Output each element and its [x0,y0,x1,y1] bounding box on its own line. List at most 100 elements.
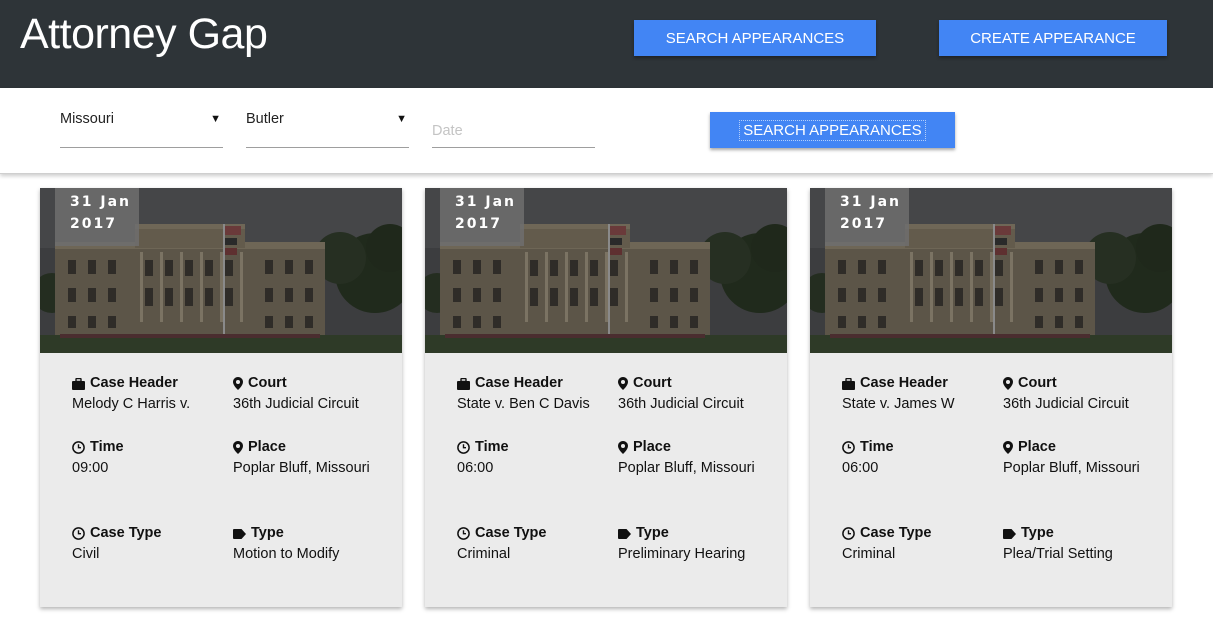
tag-icon [233,528,246,539]
court-label: Court [618,373,778,394]
case-header-label-text: Case Header [860,375,948,391]
date-year: 2017 [70,216,117,232]
type-field: Type Motion to Modify [233,523,393,565]
case-header-field: Case Header Melody C Harris v. [72,373,222,415]
map-pin-icon [1003,377,1013,390]
appearance-list: 31 Jan 2017 Case Header Melody C Harris … [0,175,1213,625]
court-field: Court 36th Judicial Circuit [233,373,393,415]
type-value: Motion to Modify [233,546,340,562]
court-label-text: Court [1018,375,1057,391]
time-label-text: Time [90,439,124,455]
type-label: Type [233,523,393,544]
type-label-text: Type [636,525,669,541]
date-input[interactable] [432,108,595,148]
courthouse-photo: 31 Jan 2017 [425,188,787,353]
briefcase-icon [842,377,855,390]
appearance-card[interactable]: 31 Jan 2017 Case Header State v. James W… [810,188,1172,607]
map-pin-icon [233,377,243,390]
court-value: 36th Judicial Circuit [1003,396,1129,412]
court-label: Court [1003,373,1163,394]
time-value: 09:00 [72,460,109,476]
date-day: 31 Jan [840,194,901,210]
brand-title[interactable]: Attorney Gap [20,10,268,59]
court-label-text: Court [248,375,287,391]
briefcase-icon [457,377,470,390]
courthouse-photo: 31 Jan 2017 [810,188,1172,353]
appearance-card[interactable]: 31 Jan 2017 Case Header Melody C Harris … [40,188,402,607]
place-value: Poplar Bluff, Missouri [1003,460,1140,476]
filter-search-appearances-button[interactable]: SEARCH APPEARANCES [710,112,955,148]
time-field: Time 06:00 [842,437,992,479]
case-header-value: Melody C Harris v. [72,396,191,412]
clock-icon [842,441,855,454]
clock-icon [457,441,470,454]
time-field: Time 06:00 [457,437,607,479]
county-select[interactable]: Butler ▼ [246,108,409,148]
state-select[interactable]: Missouri ▼ [60,108,223,148]
date-year: 2017 [455,216,502,232]
time-label-text: Time [860,439,894,455]
time-label-text: Time [475,439,509,455]
type-label: Type [618,523,778,544]
briefcase-icon [72,377,85,390]
time-label: Time [842,437,992,458]
case-type-value: Criminal [842,546,896,562]
case-type-field: Case Type Civil [72,523,222,565]
tag-icon [1003,528,1016,539]
time-field: Time 09:00 [72,437,222,479]
type-field: Type Plea/Trial Setting [1003,523,1163,565]
case-type-value: Civil [72,546,100,562]
court-label: Court [233,373,393,394]
place-value: Poplar Bluff, Missouri [233,460,370,476]
date-day: 31 Jan [70,194,131,210]
place-label: Place [1003,437,1163,458]
place-value: Poplar Bluff, Missouri [618,460,755,476]
court-value: 36th Judicial Circuit [618,396,744,412]
place-label-text: Place [248,439,286,455]
header-search-appearances-button[interactable]: SEARCH APPEARANCES [634,20,876,56]
case-header-value: State v. James W [842,396,955,412]
map-pin-icon [233,441,243,454]
filter-bar: Missouri ▼ Butler ▼ SEARCH APPEARANCES [0,88,1213,174]
time-value: 06:00 [842,460,879,476]
court-field: Court 36th Judicial Circuit [618,373,778,415]
date-badge: 31 Jan 2017 [440,188,524,246]
time-label: Time [457,437,607,458]
case-header-label: Case Header [457,373,607,394]
case-type-label: Case Type [457,523,607,544]
courthouse-photo: 31 Jan 2017 [40,188,402,353]
clock-icon [457,527,470,540]
court-label-text: Court [633,375,672,391]
place-field: Place Poplar Bluff, Missouri [233,437,393,479]
dropdown-arrow-icon: ▼ [396,113,407,125]
map-pin-icon [1003,441,1013,454]
type-label: Type [1003,523,1163,544]
court-value: 36th Judicial Circuit [233,396,359,412]
case-type-label: Case Type [842,523,992,544]
place-field: Place Poplar Bluff, Missouri [618,437,778,479]
filter-search-label: SEARCH APPEARANCES [739,119,926,141]
map-pin-icon [618,441,628,454]
type-label-text: Type [251,525,284,541]
place-label-text: Place [633,439,671,455]
clock-icon [72,441,85,454]
appearance-card[interactable]: 31 Jan 2017 Case Header State v. Ben C D… [425,188,787,607]
clock-icon [72,527,85,540]
type-value: Plea/Trial Setting [1003,546,1113,562]
court-field: Court 36th Judicial Circuit [1003,373,1163,415]
create-appearance-button[interactable]: CREATE APPEARANCE [939,20,1167,56]
date-badge: 31 Jan 2017 [55,188,139,246]
date-day: 31 Jan [455,194,516,210]
case-header-label: Case Header [72,373,222,394]
case-header-field: Case Header State v. Ben C Davis [457,373,607,415]
case-type-field: Case Type Criminal [457,523,607,565]
map-pin-icon [618,377,628,390]
case-type-label-text: Case Type [475,525,547,541]
place-label-text: Place [1018,439,1056,455]
dropdown-arrow-icon: ▼ [210,113,221,125]
case-type-field: Case Type Criminal [842,523,992,565]
case-type-label-text: Case Type [860,525,932,541]
case-header-value: State v. Ben C Davis [457,396,590,412]
type-label-text: Type [1021,525,1054,541]
time-label: Time [72,437,222,458]
